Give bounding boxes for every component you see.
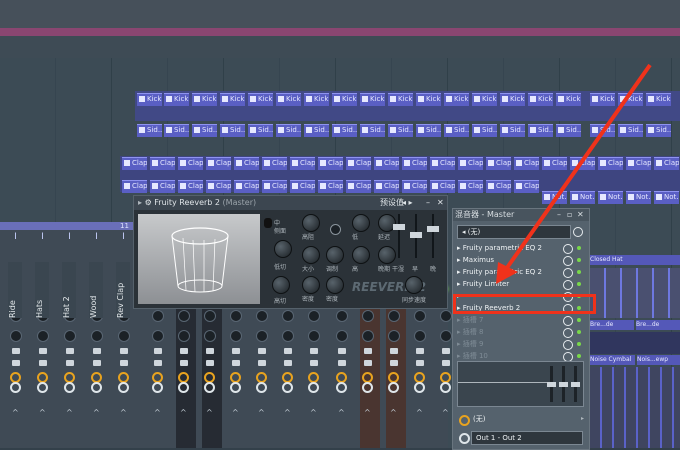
- annotation-arrow: [502, 63, 652, 274]
- annotation-overlay: [496, 63, 652, 284]
- annotation-highlight-box: [453, 294, 596, 314]
